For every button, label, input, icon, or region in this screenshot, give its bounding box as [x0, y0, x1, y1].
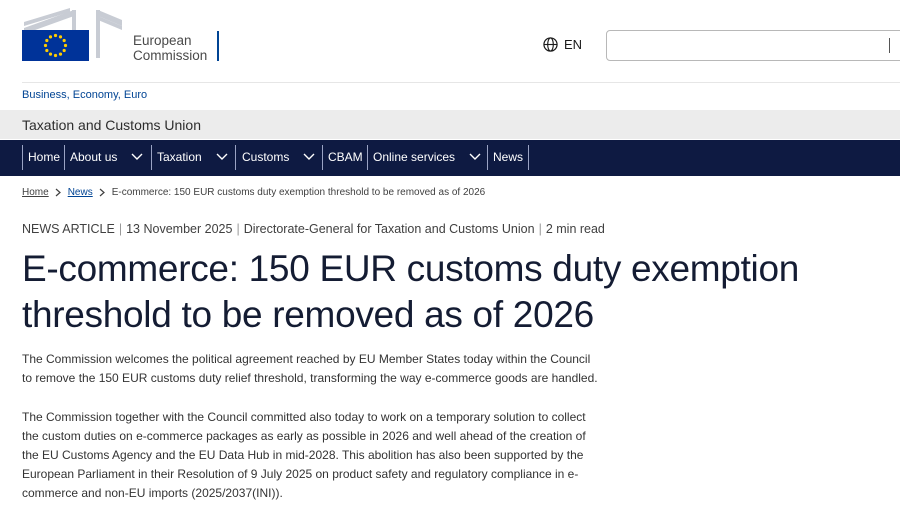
paragraph-line: The Commission welcomes the political ag… [22, 352, 591, 366]
paragraph-line: European Parliament in their Resolution … [22, 467, 579, 481]
article-read-time: 2 min read [545, 222, 605, 236]
nav-item-cbam[interactable]: CBAM [328, 150, 363, 164]
page-title-line: threshold to be removed as of 2026 [22, 294, 594, 335]
meta-separator: | [118, 222, 123, 236]
paragraph-line: the EU Customs Agency and the EU Data Hu… [22, 448, 584, 462]
breadcrumb-current: E-commerce: 150 EUR customs duty exempti… [111, 187, 486, 198]
eu-flag-icon [22, 30, 89, 61]
search-cursor [889, 38, 890, 53]
nav-separator [367, 145, 368, 170]
nav-separator [235, 145, 236, 170]
header-divider [22, 82, 900, 83]
nav-item-label: Taxation [157, 150, 202, 164]
nav-item-label: CBAM [328, 150, 363, 164]
nav-separator [487, 145, 488, 170]
flag-star [62, 48, 66, 53]
nav-item-about-us[interactable]: About us [70, 150, 143, 164]
site-title[interactable]: Taxation and Customs Union [22, 117, 201, 133]
chevron-right-icon [99, 188, 105, 197]
flag-star [58, 35, 63, 39]
flag-star [48, 52, 53, 56]
breadcrumb: Home News E-commerce: 150 EUR customs du… [22, 187, 485, 198]
nav-separator [322, 145, 323, 170]
nav-item-label: News [493, 150, 524, 164]
page-title: E-commerce: 150 EUR customs duty exempti… [22, 246, 900, 338]
paragraph-line: The Commission together with the Council… [22, 410, 586, 424]
article-paragraph-1: The Commission welcomes the political ag… [22, 350, 647, 388]
nav-separator [64, 145, 65, 170]
parent-site-link[interactable]: Business, Economy, Euro [22, 89, 147, 101]
paragraph-line: the custom duties on e-commerce packages… [22, 429, 586, 443]
article-type: NEWS ARTICLE [22, 222, 115, 236]
nav-item-customs[interactable]: Customs [242, 150, 315, 164]
nav-item-online-services[interactable]: Online services [373, 150, 481, 164]
flag-star [63, 43, 68, 48]
breadcrumb-news-link[interactable]: News [68, 187, 93, 198]
flag-star [53, 33, 58, 38]
chevron-down-icon [303, 153, 315, 160]
flag-star [43, 43, 48, 48]
meta-separator: | [538, 222, 542, 236]
flag-star [45, 48, 49, 53]
chevron-right-icon [55, 188, 61, 197]
paragraph-line: to remove the 150 EUR customs duty relie… [22, 371, 598, 385]
logo-accent-bar [217, 31, 219, 61]
chevron-down-icon [469, 153, 481, 160]
nav-item-taxation[interactable]: Taxation [157, 150, 228, 164]
article-date: 13 November 2025 [126, 222, 233, 236]
paragraph-line: commerce and non-EU imports (2025/2037(I… [22, 486, 283, 500]
flag-star [53, 53, 58, 58]
meta-separator: | [236, 222, 240, 236]
flag-star [48, 35, 53, 39]
logo-line-commission: Commission [133, 48, 208, 63]
nav-separator [528, 145, 529, 170]
nav-separator [151, 145, 152, 170]
page-title-line: E-commerce: 150 EUR customs duty exempti… [22, 248, 800, 289]
nav-item-label: Online services [373, 150, 456, 164]
site-header: European Commission EN [0, 0, 900, 82]
globe-icon [543, 37, 558, 52]
flag-star [58, 52, 63, 56]
nav-separator [22, 145, 23, 170]
language-selector[interactable]: EN [543, 37, 582, 52]
chevron-down-icon [131, 153, 143, 160]
flag-star [62, 38, 66, 43]
article-author: Directorate-General for Taxation and Cus… [243, 222, 535, 236]
chevron-down-icon [216, 153, 228, 160]
nav-item-news[interactable]: News [493, 150, 523, 164]
nav-item-label: Customs [242, 150, 290, 164]
language-label: EN [564, 37, 583, 52]
article-paragraph-2: The Commission together with the Council… [22, 408, 647, 503]
search-input[interactable] [606, 30, 900, 61]
nav-item-label: About us [70, 150, 118, 164]
logo-line-european: European [133, 33, 192, 48]
breadcrumb-home-link[interactable]: Home [22, 187, 49, 198]
article-meta: NEWS ARTICLE | 13 November 2025 | Directorat… [22, 222, 605, 236]
nav-item-home[interactable]: Home [28, 150, 60, 164]
logo-text[interactable]: European Commission [133, 33, 207, 63]
flag-star [45, 38, 49, 43]
nav-item-label: Home [28, 150, 61, 164]
